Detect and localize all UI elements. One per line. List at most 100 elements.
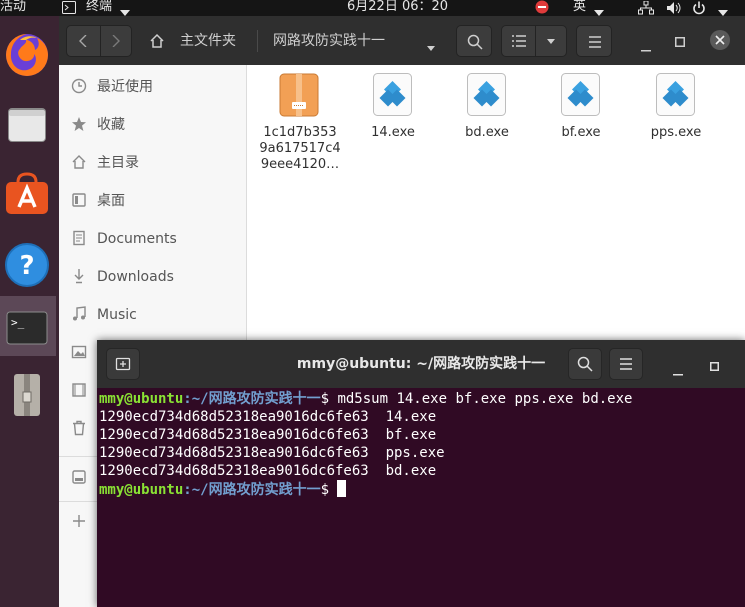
exe-icon xyxy=(561,73,600,116)
sidebar-item-label: 桌面 xyxy=(97,193,125,209)
document-icon xyxy=(71,230,87,250)
prompt-symbol: $ xyxy=(320,391,338,407)
list-view-button[interactable] xyxy=(502,26,536,56)
prompt-user: mmy@ubuntu xyxy=(99,391,184,407)
music-icon xyxy=(71,306,87,326)
download-icon xyxy=(71,268,87,288)
breadcrumb-current[interactable]: 网路攻防实践十一 xyxy=(273,25,385,57)
help-icon: ? xyxy=(5,243,49,287)
terminal-menu-button[interactable] xyxy=(609,348,643,380)
back-button[interactable] xyxy=(67,26,101,56)
output-line: 1290ecd734d68d52318ea9016dc6fe63 pps.exe xyxy=(99,445,445,461)
view-switcher xyxy=(501,25,567,57)
chevron-right-icon xyxy=(112,35,120,47)
terminal-icon: >_ xyxy=(6,311,48,345)
firefox-launcher[interactable] xyxy=(0,26,56,82)
text-cursor xyxy=(337,480,347,497)
dock: ? >_ xyxy=(0,16,59,607)
terminal-output[interactable]: mmy@ubuntu:~/网路攻防实践十一$ md5sum 14.exe bf.… xyxy=(99,390,743,499)
home-icon xyxy=(71,154,87,174)
breadcrumb-separator xyxy=(257,30,258,52)
sidebar-item-documents[interactable]: Documents xyxy=(59,220,247,258)
plus-icon[interactable] xyxy=(73,515,85,531)
sidebar-item-home[interactable]: 主目录 xyxy=(59,144,247,182)
maximize-icon[interactable] xyxy=(710,359,719,375)
terminal-launcher[interactable]: >_ xyxy=(0,296,56,356)
sidebar-item-recent[interactable]: 最近使用 xyxy=(59,68,247,106)
menu-button[interactable] xyxy=(576,25,612,57)
terminal-title: mmy@ubuntu: ~/网路攻防实践十一 xyxy=(296,356,546,372)
pictures-icon[interactable] xyxy=(71,344,87,364)
firefox-icon xyxy=(6,34,48,76)
sidebar-item-label: Downloads xyxy=(97,269,174,285)
output-line: 1290ecd734d68d52318ea9016dc6fe63 bf.exe xyxy=(99,427,437,443)
help-launcher[interactable]: ? xyxy=(0,236,56,292)
search-icon xyxy=(577,356,593,372)
hamburger-icon xyxy=(589,36,601,48)
current-prompt-line[interactable]: mmy@ubuntu:~/网路攻防实践十一$ xyxy=(99,480,743,499)
sidebar-item-label: Documents xyxy=(97,231,177,247)
view-options-button[interactable] xyxy=(535,26,567,56)
app-menu-button[interactable]: 终端 xyxy=(86,0,112,15)
file-name: bf.exe xyxy=(561,125,601,140)
minimize-icon[interactable] xyxy=(673,364,683,380)
search-button[interactable] xyxy=(456,25,492,57)
minimize-icon[interactable] xyxy=(641,40,651,56)
chevron-down-icon xyxy=(547,39,555,44)
sidebar-item-desktop[interactable]: 桌面 xyxy=(59,182,247,220)
file-name: 1c1d7b353 9a617517c4 9eee4120… xyxy=(259,125,341,172)
sidebar-item-music[interactable]: Music xyxy=(59,296,247,334)
close-icon xyxy=(710,30,730,50)
software-center-icon xyxy=(6,172,48,214)
exe-icon xyxy=(467,73,506,116)
top-bar: 活动 终端 6月22日 06：20 英 xyxy=(0,0,745,16)
archive-manager-icon xyxy=(14,374,40,416)
back-forward-buttons xyxy=(66,25,132,57)
home-icon[interactable] xyxy=(149,33,165,53)
output-line: 1290ecd734d68d52318ea9016dc6fe63 bd.exe xyxy=(99,463,437,479)
sidebar-item-label: Music xyxy=(97,307,137,323)
desktop-icon xyxy=(71,192,87,212)
chevron-down-icon[interactable] xyxy=(427,39,435,55)
command-text: md5sum 14.exe bf.exe pps.exe bd.exe xyxy=(337,391,633,407)
terminal-headerbar: mmy@ubuntu: ~/网路攻防实践十一 xyxy=(97,340,745,388)
sidebar-item-label: 最近使用 xyxy=(97,79,153,95)
file-manager-headerbar: 主文件夹 网路攻防实践十一 xyxy=(59,16,745,65)
close-button[interactable] xyxy=(709,29,731,55)
sidebar-item-downloads[interactable]: Downloads xyxy=(59,258,247,296)
forward-button[interactable] xyxy=(100,26,132,56)
software-launcher[interactable] xyxy=(0,166,56,222)
hamburger-icon xyxy=(620,358,632,370)
file-name: bd.exe xyxy=(465,125,509,140)
trash-icon[interactable] xyxy=(71,420,87,440)
output-line: 1290ecd734d68d52318ea9016dc6fe63 14.exe xyxy=(99,409,437,425)
command-line: mmy@ubuntu:~/网路攻防实践十一$ md5sum 14.exe bf.… xyxy=(99,390,743,408)
svg-text:>_: >_ xyxy=(11,316,25,329)
drive-icon[interactable] xyxy=(71,469,87,489)
terminal-window: mmy@ubuntu: ~/网路攻防实践十一 mmy@ubuntu:~/网路攻防… xyxy=(97,340,745,607)
file-name: 14.exe xyxy=(371,125,415,140)
breadcrumb-home[interactable]: 主文件夹 xyxy=(180,25,236,57)
files-launcher[interactable] xyxy=(0,96,56,152)
exe-icon xyxy=(373,73,412,116)
chevron-left-icon xyxy=(79,35,87,47)
sidebar-item-label: 主目录 xyxy=(97,155,139,171)
prompt-symbol: $ xyxy=(320,482,338,498)
activities-button[interactable]: 活动 xyxy=(0,0,26,15)
file-name: pps.exe xyxy=(650,125,702,140)
star-icon xyxy=(71,116,87,136)
svg-text:?: ? xyxy=(19,251,34,281)
sidebar-item-starred[interactable]: 收藏 xyxy=(59,106,247,144)
archive-launcher[interactable] xyxy=(0,366,56,422)
input-method-indicator[interactable]: 英 xyxy=(573,0,586,15)
clock-icon xyxy=(71,78,87,98)
videos-icon[interactable] xyxy=(71,382,87,402)
maximize-icon[interactable] xyxy=(675,35,685,51)
prompt-user: mmy@ubuntu xyxy=(99,482,184,498)
file-manager-icon xyxy=(8,108,46,142)
clock[interactable]: 6月22日 06：20 xyxy=(347,0,448,15)
archive-icon xyxy=(279,73,319,117)
exe-icon xyxy=(656,73,695,116)
terminal-search-button[interactable] xyxy=(568,348,602,380)
prompt-path: :~/网路攻防实践十一 xyxy=(183,391,321,407)
